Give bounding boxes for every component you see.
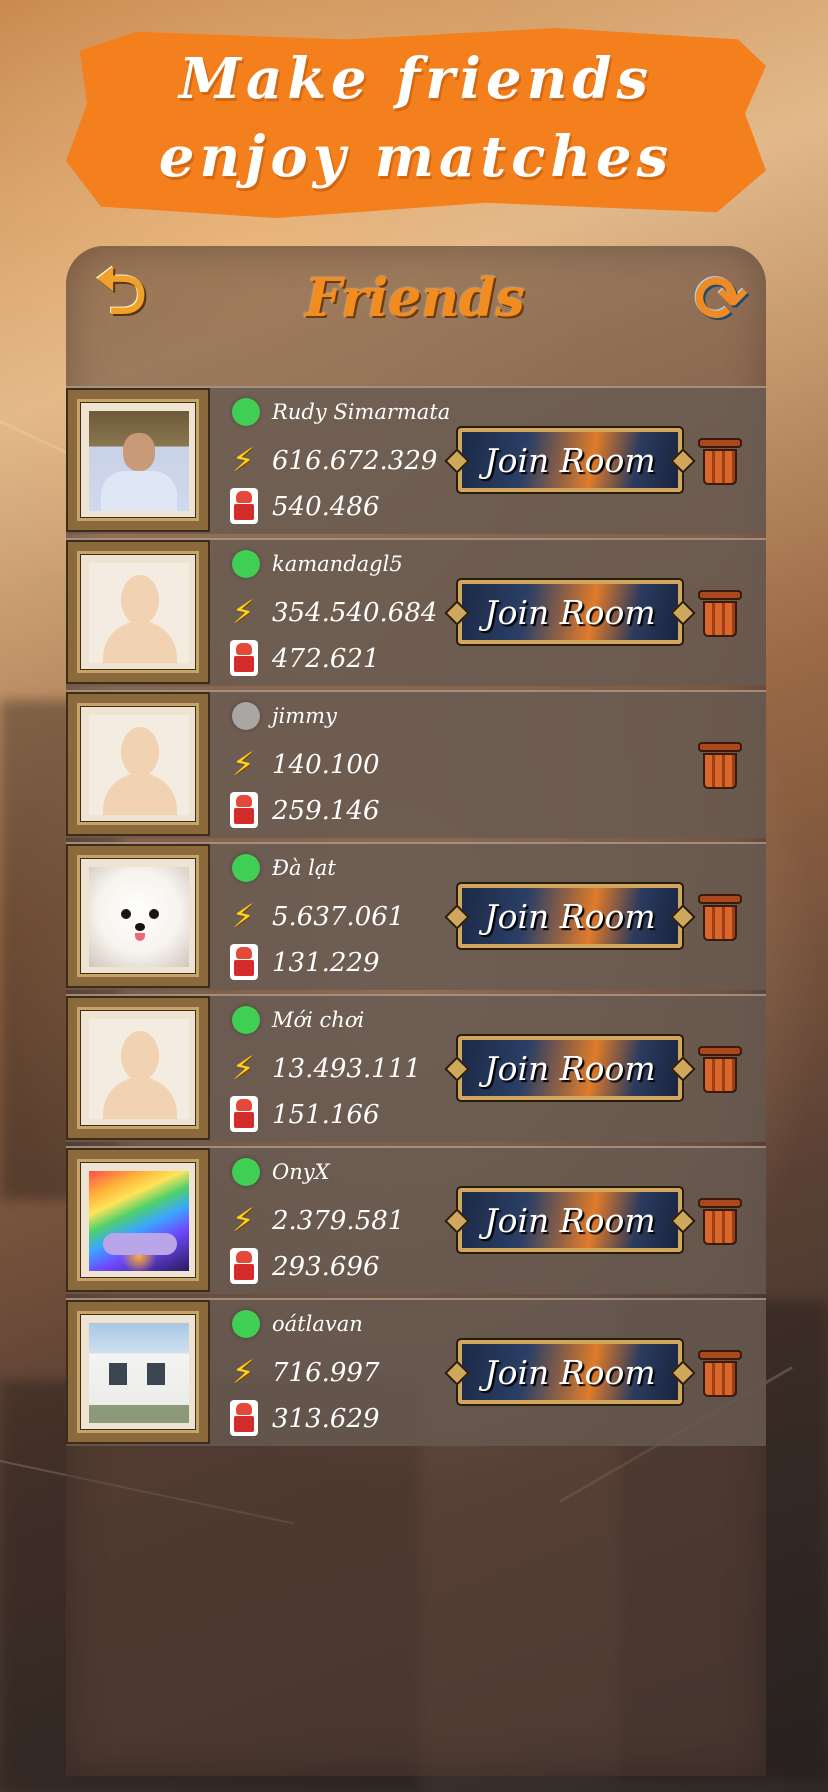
- default-avatar-icon: [89, 563, 189, 663]
- avatar: [89, 867, 189, 967]
- trash-icon[interactable]: [698, 1042, 742, 1094]
- trash-icon[interactable]: [698, 1346, 742, 1398]
- score-value: 540.486: [272, 492, 380, 522]
- avatar-frame: [66, 844, 210, 988]
- trash-icon[interactable]: [698, 1194, 742, 1246]
- refresh-button[interactable]: ⟳: [676, 262, 766, 338]
- refresh-icon: ⟳: [694, 263, 748, 337]
- energy-value: 5.637.061: [272, 902, 405, 932]
- friend-row: oátlavan ⚡ 716.997 313.629 Join Room: [66, 1298, 766, 1446]
- lightning-icon: ⚡: [232, 441, 255, 479]
- online-status-icon: [232, 1310, 260, 1338]
- back-arrow-icon: ⮌: [95, 255, 147, 329]
- score-value: 151.166: [272, 1100, 380, 1130]
- lightning-icon: ⚡: [232, 897, 255, 935]
- avatar-frame: [66, 996, 210, 1140]
- energy-value: 13.493.111: [272, 1054, 421, 1084]
- online-status-icon: [232, 854, 260, 882]
- lightning-icon: ⚡: [232, 593, 255, 631]
- default-avatar-icon: [89, 715, 189, 815]
- friend-row: jimmy ⚡ 140.100 259.146: [66, 690, 766, 838]
- score-value: 259.146: [272, 796, 380, 826]
- avatar: [89, 1323, 189, 1423]
- trophy-icon: [230, 1400, 258, 1436]
- online-status-icon: [232, 398, 260, 426]
- friend-name: OnyX: [272, 1160, 330, 1184]
- join-room-button[interactable]: Join Room: [456, 426, 684, 494]
- join-room-button[interactable]: Join Room: [456, 1338, 684, 1406]
- score-value: 293.696: [272, 1252, 380, 1282]
- offline-status-icon: [232, 702, 260, 730]
- banner-line-1: Make friends: [178, 46, 654, 112]
- trophy-icon: [230, 792, 258, 828]
- score-value: 472.621: [272, 644, 380, 674]
- trophy-icon: [230, 1096, 258, 1132]
- join-room-button[interactable]: Join Room: [456, 882, 684, 950]
- trash-icon[interactable]: [698, 890, 742, 942]
- panel-title: Friends: [305, 268, 525, 329]
- friend-row: Đà lạt ⚡ 5.637.061 131.229 Join Room: [66, 842, 766, 990]
- friend-name: Rudy Simarmata: [272, 400, 451, 424]
- trophy-icon: [230, 944, 258, 980]
- banner-text: Make friends enjoy matches: [66, 40, 766, 196]
- back-button[interactable]: ⮌: [76, 255, 166, 338]
- energy-value: 354.540.684: [272, 598, 438, 628]
- friend-row: Rudy Simarmata ⚡ 616.672.329 540.486 Joi…: [66, 386, 766, 534]
- energy-value: 616.672.329: [272, 446, 438, 476]
- energy-value: 2.379.581: [272, 1206, 405, 1236]
- avatar: [89, 411, 189, 511]
- online-status-icon: [232, 550, 260, 578]
- friend-row: Mới chơi ⚡ 13.493.111 151.166 Join Room: [66, 994, 766, 1142]
- avatar-frame: [66, 388, 210, 532]
- online-status-icon: [232, 1158, 260, 1186]
- energy-value: 140.100: [272, 750, 380, 780]
- trash-icon[interactable]: [698, 738, 742, 790]
- avatar-frame: [66, 540, 210, 684]
- score-value: 313.629: [272, 1404, 380, 1434]
- avatar-frame: [66, 1300, 210, 1444]
- online-status-icon: [232, 1006, 260, 1034]
- default-avatar-icon: [89, 1019, 189, 1119]
- friend-name: oátlavan: [272, 1312, 363, 1336]
- trophy-icon: [230, 640, 258, 676]
- join-room-button[interactable]: Join Room: [456, 1034, 684, 1102]
- trophy-icon: [230, 488, 258, 524]
- friend-name: kamandagl5: [272, 552, 403, 576]
- avatar: [89, 1171, 189, 1271]
- trash-icon[interactable]: [698, 586, 742, 638]
- energy-value: 716.997: [272, 1358, 380, 1388]
- banner-line-2: enjoy matches: [158, 124, 674, 190]
- lightning-icon: ⚡: [232, 745, 255, 783]
- join-room-button[interactable]: Join Room: [456, 578, 684, 646]
- trash-icon[interactable]: [698, 434, 742, 486]
- avatar-frame: [66, 1148, 210, 1292]
- lightning-icon: ⚡: [232, 1049, 255, 1087]
- avatar-frame: [66, 692, 210, 836]
- lightning-icon: ⚡: [232, 1353, 255, 1391]
- friend-name: Mới chơi: [272, 1008, 365, 1032]
- friend-row: OnyX ⚡ 2.379.581 293.696 Join Room: [66, 1146, 766, 1294]
- friend-row: kamandagl5 ⚡ 354.540.684 472.621 Join Ro…: [66, 538, 766, 686]
- friend-name: Đà lạt: [272, 856, 336, 880]
- score-value: 131.229: [272, 948, 380, 978]
- lightning-icon: ⚡: [232, 1201, 255, 1239]
- friend-name: jimmy: [272, 704, 337, 728]
- join-room-button[interactable]: Join Room: [456, 1186, 684, 1254]
- trophy-icon: [230, 1248, 258, 1284]
